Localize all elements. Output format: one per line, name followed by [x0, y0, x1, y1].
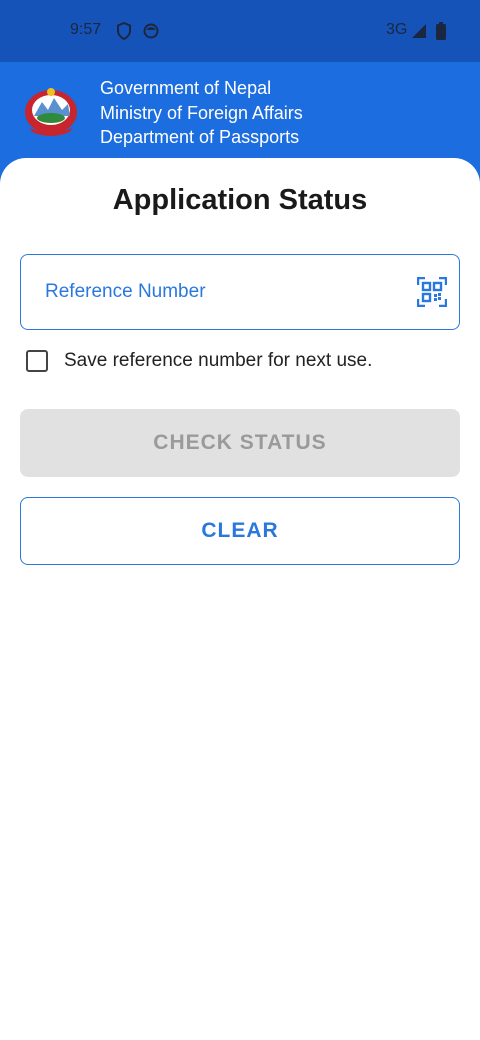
status-bar: 9:57 3G — [0, 0, 480, 62]
header-line-government: Government of Nepal — [100, 78, 272, 98]
shield-icon — [117, 22, 131, 40]
clear-button[interactable]: CLEAR — [20, 497, 460, 565]
circle-icon — [143, 23, 159, 39]
header-line-ministry: Ministry of Foreign Affairs — [100, 102, 303, 123]
save-reference-label: Save reference number for next use. — [64, 350, 373, 371]
nepal-emblem-icon — [25, 88, 77, 136]
signal-icon — [412, 24, 426, 38]
save-reference-row[interactable]: Save reference number for next use. — [26, 350, 372, 372]
qr-scan-icon[interactable] — [417, 277, 447, 307]
network-type: 3G — [386, 21, 408, 38]
reference-number-field[interactable]: Reference Number — [20, 254, 460, 330]
check-status-button[interactable]: CHECK STATUS — [20, 409, 460, 477]
save-reference-checkbox[interactable] — [26, 350, 48, 372]
status-time: 9:57 — [70, 21, 102, 38]
header-line-department: Department of Passports — [100, 127, 300, 147]
reference-number-placeholder: Reference Number — [45, 281, 206, 302]
main-card: Application Status Reference Number Save… — [0, 158, 480, 1040]
battery-icon — [436, 22, 446, 40]
page-title: Application Status — [112, 184, 368, 216]
